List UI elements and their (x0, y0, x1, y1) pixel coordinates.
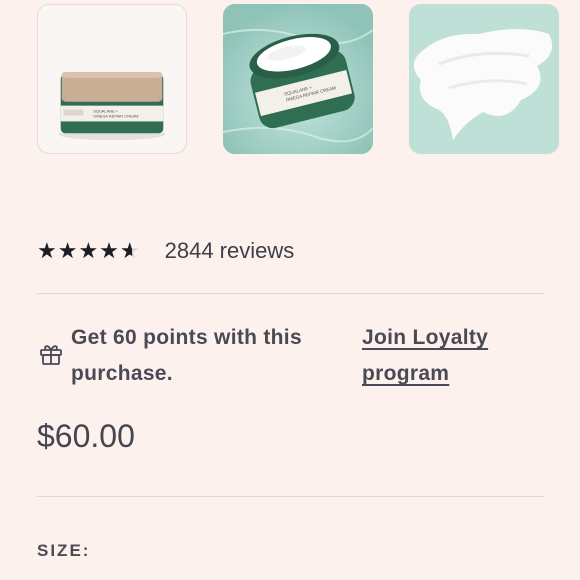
loyalty-points-text: Get 60 points with this purchase. (71, 326, 302, 385)
review-count[interactable]: 2844 reviews (165, 238, 295, 264)
stars-filled: ★★★★★ (37, 238, 133, 263)
size-label: SIZE: (37, 541, 91, 560)
cream-swatch-illustration (409, 4, 559, 154)
cream-texture-image[interactable] (409, 4, 559, 154)
divider (37, 293, 544, 294)
star-rating-icon: ★★★★★ ★★★★★ (37, 238, 141, 264)
product-price: $60.00 (37, 418, 135, 454)
join-loyalty-link[interactable]: Join Loyalty program (362, 320, 522, 392)
rating-summary[interactable]: ★★★★★ ★★★★★ 2844 reviews (37, 238, 294, 264)
divider (37, 496, 544, 497)
jar-open-illustration: SQUALANE + OMEGA REPAIR CREAM (223, 4, 373, 154)
jar-front-illustration: SQUALANE + OMEGA REPAIR CREAM (58, 72, 166, 141)
product-jar-open-water-image[interactable]: SQUALANE + OMEGA REPAIR CREAM (223, 4, 373, 154)
product-jar-front-image[interactable]: SQUALANE + OMEGA REPAIR CREAM (37, 4, 187, 154)
jar-label-line2: OMEGA REPAIR CREAM (93, 113, 138, 118)
product-gallery: SQUALANE + OMEGA REPAIR CREAM SQUALANE +… (37, 4, 559, 154)
gift-icon (40, 345, 62, 365)
